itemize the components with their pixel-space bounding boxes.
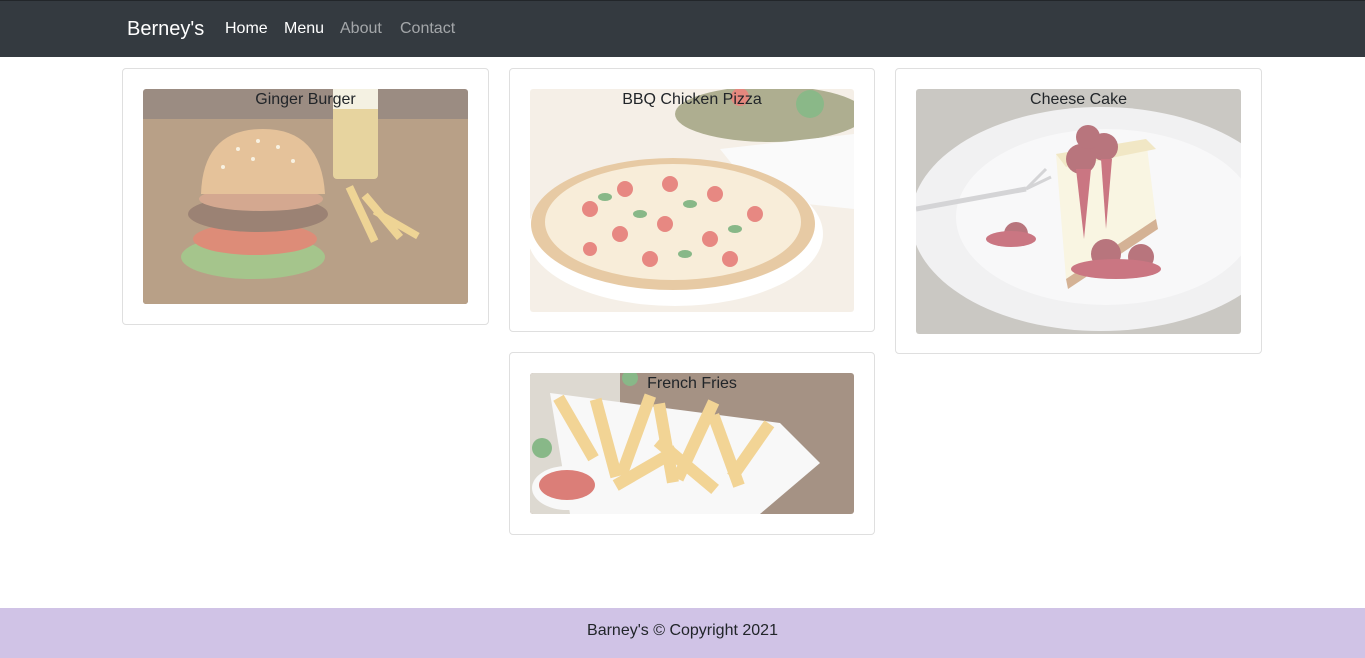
brand-link[interactable]: Berney's xyxy=(127,18,204,41)
nav-link-contact[interactable]: Contact xyxy=(400,20,455,38)
burger-image xyxy=(143,89,468,304)
nav-link-about[interactable]: About xyxy=(340,20,382,38)
card-title: BBQ Chicken Pizza xyxy=(622,91,762,108)
menu-card-fries[interactable]: French Fries xyxy=(509,352,875,535)
menu-card-burger[interactable]: Ginger Burger xyxy=(122,68,489,325)
cheesecake-image xyxy=(916,89,1241,334)
nav-link-menu[interactable]: Menu xyxy=(284,20,324,38)
top-navbar: Berney's Home Menu About Contact xyxy=(0,0,1365,57)
menu-card-cheesecake[interactable]: Cheese Cake xyxy=(895,68,1262,354)
footer-copyright-text: Barney's © Copyright 2021 xyxy=(587,622,778,639)
fries-image xyxy=(530,373,854,514)
card-title: Ginger Burger xyxy=(255,91,356,108)
card-title: Cheese Cake xyxy=(1030,91,1127,108)
pizza-image xyxy=(530,89,854,312)
page-footer: Barney's © Copyright 2021 xyxy=(0,608,1365,658)
menu-card-pizza[interactable]: BBQ Chicken Pizza xyxy=(509,68,875,332)
card-title: French Fries xyxy=(647,375,737,392)
nav-link-home[interactable]: Home xyxy=(225,20,268,38)
